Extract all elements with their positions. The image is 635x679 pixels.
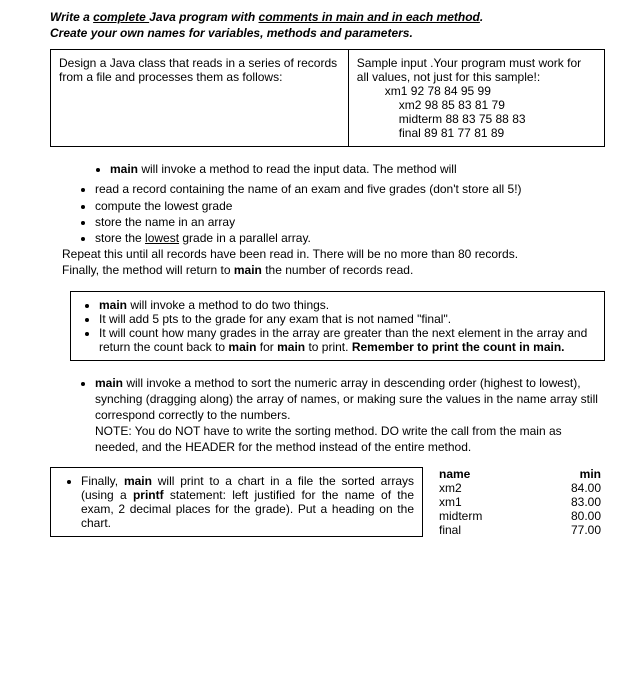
final-step-row: Finally, main will print to a chart in a… xyxy=(50,467,605,537)
sort-bullet: main will invoke a method to sort the nu… xyxy=(95,375,605,456)
table-row: final77.00 xyxy=(435,523,605,537)
return-note: Finally, the method will return to main … xyxy=(50,262,605,278)
col-min: min xyxy=(533,467,605,481)
cell: xm1 xyxy=(435,495,533,509)
cell: 77.00 xyxy=(533,523,605,537)
txt: main xyxy=(124,474,152,488)
txt: Java program with xyxy=(149,10,258,24)
txt: Remember to print the count in main. xyxy=(352,340,565,354)
txt: main xyxy=(234,263,262,277)
cell: final xyxy=(435,523,533,537)
txt: complete xyxy=(93,10,149,24)
cell: 84.00 xyxy=(533,481,605,495)
txt: Repeat this until all records have been … xyxy=(62,247,518,261)
txt: comments in main and in each method xyxy=(259,10,480,24)
sample-row: xm1 92 78 84 95 99 xyxy=(385,84,596,98)
txt: lowest xyxy=(145,231,179,245)
final-text-box: Finally, main will print to a chart in a… xyxy=(50,467,423,537)
document-page: Write a complete Java program with comme… xyxy=(0,0,635,557)
sample-input: Sample input .Your program must work for… xyxy=(349,50,604,146)
txt: store the xyxy=(95,231,145,245)
chart-header-row: name min xyxy=(435,467,605,481)
cell: 80.00 xyxy=(533,509,605,523)
sub-bullet: store the lowest grade in a parallel arr… xyxy=(95,230,605,246)
txt: Finally, xyxy=(81,474,124,488)
txt: main xyxy=(99,298,127,312)
sub-bullet: read a record containing the name of an … xyxy=(95,181,605,197)
design-text: Design a Java class that reads in a seri… xyxy=(51,50,349,146)
sample-row: xm2 98 85 83 81 79 xyxy=(385,98,596,112)
lead-line: main will invoke a method to read the in… xyxy=(110,161,605,177)
cell: xm2 xyxy=(435,481,533,495)
txt: the number of records read. xyxy=(262,263,413,277)
table-row: midterm80.00 xyxy=(435,509,605,523)
step-sort: main will invoke a method to sort the nu… xyxy=(50,375,605,456)
sub-bullet: compute the lowest grade xyxy=(95,198,605,214)
bullet: It will add 5 pts to the grade for any e… xyxy=(99,312,596,326)
bullet: It will count how many grades in the arr… xyxy=(99,326,596,354)
final-bullet: Finally, main will print to a chart in a… xyxy=(81,474,414,530)
txt: main xyxy=(110,162,138,176)
design-sample-box: Design a Java class that reads in a seri… xyxy=(50,49,605,147)
txt: main xyxy=(277,340,305,354)
txt: . xyxy=(480,10,483,24)
txt: printf xyxy=(133,488,164,502)
txt: for xyxy=(256,340,277,354)
txt: Write a xyxy=(50,10,93,24)
txt: main xyxy=(228,340,256,354)
bullet: main will invoke a method to do two thin… xyxy=(99,298,596,312)
sample-intro: Sample input .Your program must work for… xyxy=(357,56,596,84)
sub-bullet: store the name in an array xyxy=(95,214,605,230)
instr-line1: Write a complete Java program with comme… xyxy=(50,10,483,24)
table-row: xm183.00 xyxy=(435,495,605,509)
txt: Finally, the method will return to xyxy=(62,263,234,277)
col-name: name xyxy=(435,467,533,481)
instruction-heading: Write a complete Java program with comme… xyxy=(50,10,605,41)
txt: to print. xyxy=(305,340,352,354)
instr-line2: Create your own names for variables, met… xyxy=(50,26,413,40)
sample-row: final 89 81 77 81 89 xyxy=(385,126,596,140)
txt: will invoke a method to sort the numeric… xyxy=(95,376,598,422)
table-row: xm284.00 xyxy=(435,481,605,495)
txt: NOTE: You do NOT have to write the sorti… xyxy=(95,424,562,454)
step-read-data: main will invoke a method to read the in… xyxy=(50,161,605,278)
txt: will invoke a method to read the input d… xyxy=(138,162,457,176)
sample-row: midterm 88 83 75 88 83 xyxy=(385,112,596,126)
txt: will invoke a method to do two things. xyxy=(127,298,329,312)
output-chart: name min xm284.00 xm183.00 midterm80.00 … xyxy=(435,467,605,537)
cell: 83.00 xyxy=(533,495,605,509)
txt: main xyxy=(95,376,123,390)
txt: grade in a parallel array. xyxy=(179,231,311,245)
sample-lines: xm1 92 78 84 95 99 xm2 98 85 83 81 79 mi… xyxy=(357,84,596,140)
repeat-note: Repeat this until all records have been … xyxy=(50,246,605,262)
cell: midterm xyxy=(435,509,533,523)
step-adjust-count-box: main will invoke a method to do two thin… xyxy=(70,291,605,361)
